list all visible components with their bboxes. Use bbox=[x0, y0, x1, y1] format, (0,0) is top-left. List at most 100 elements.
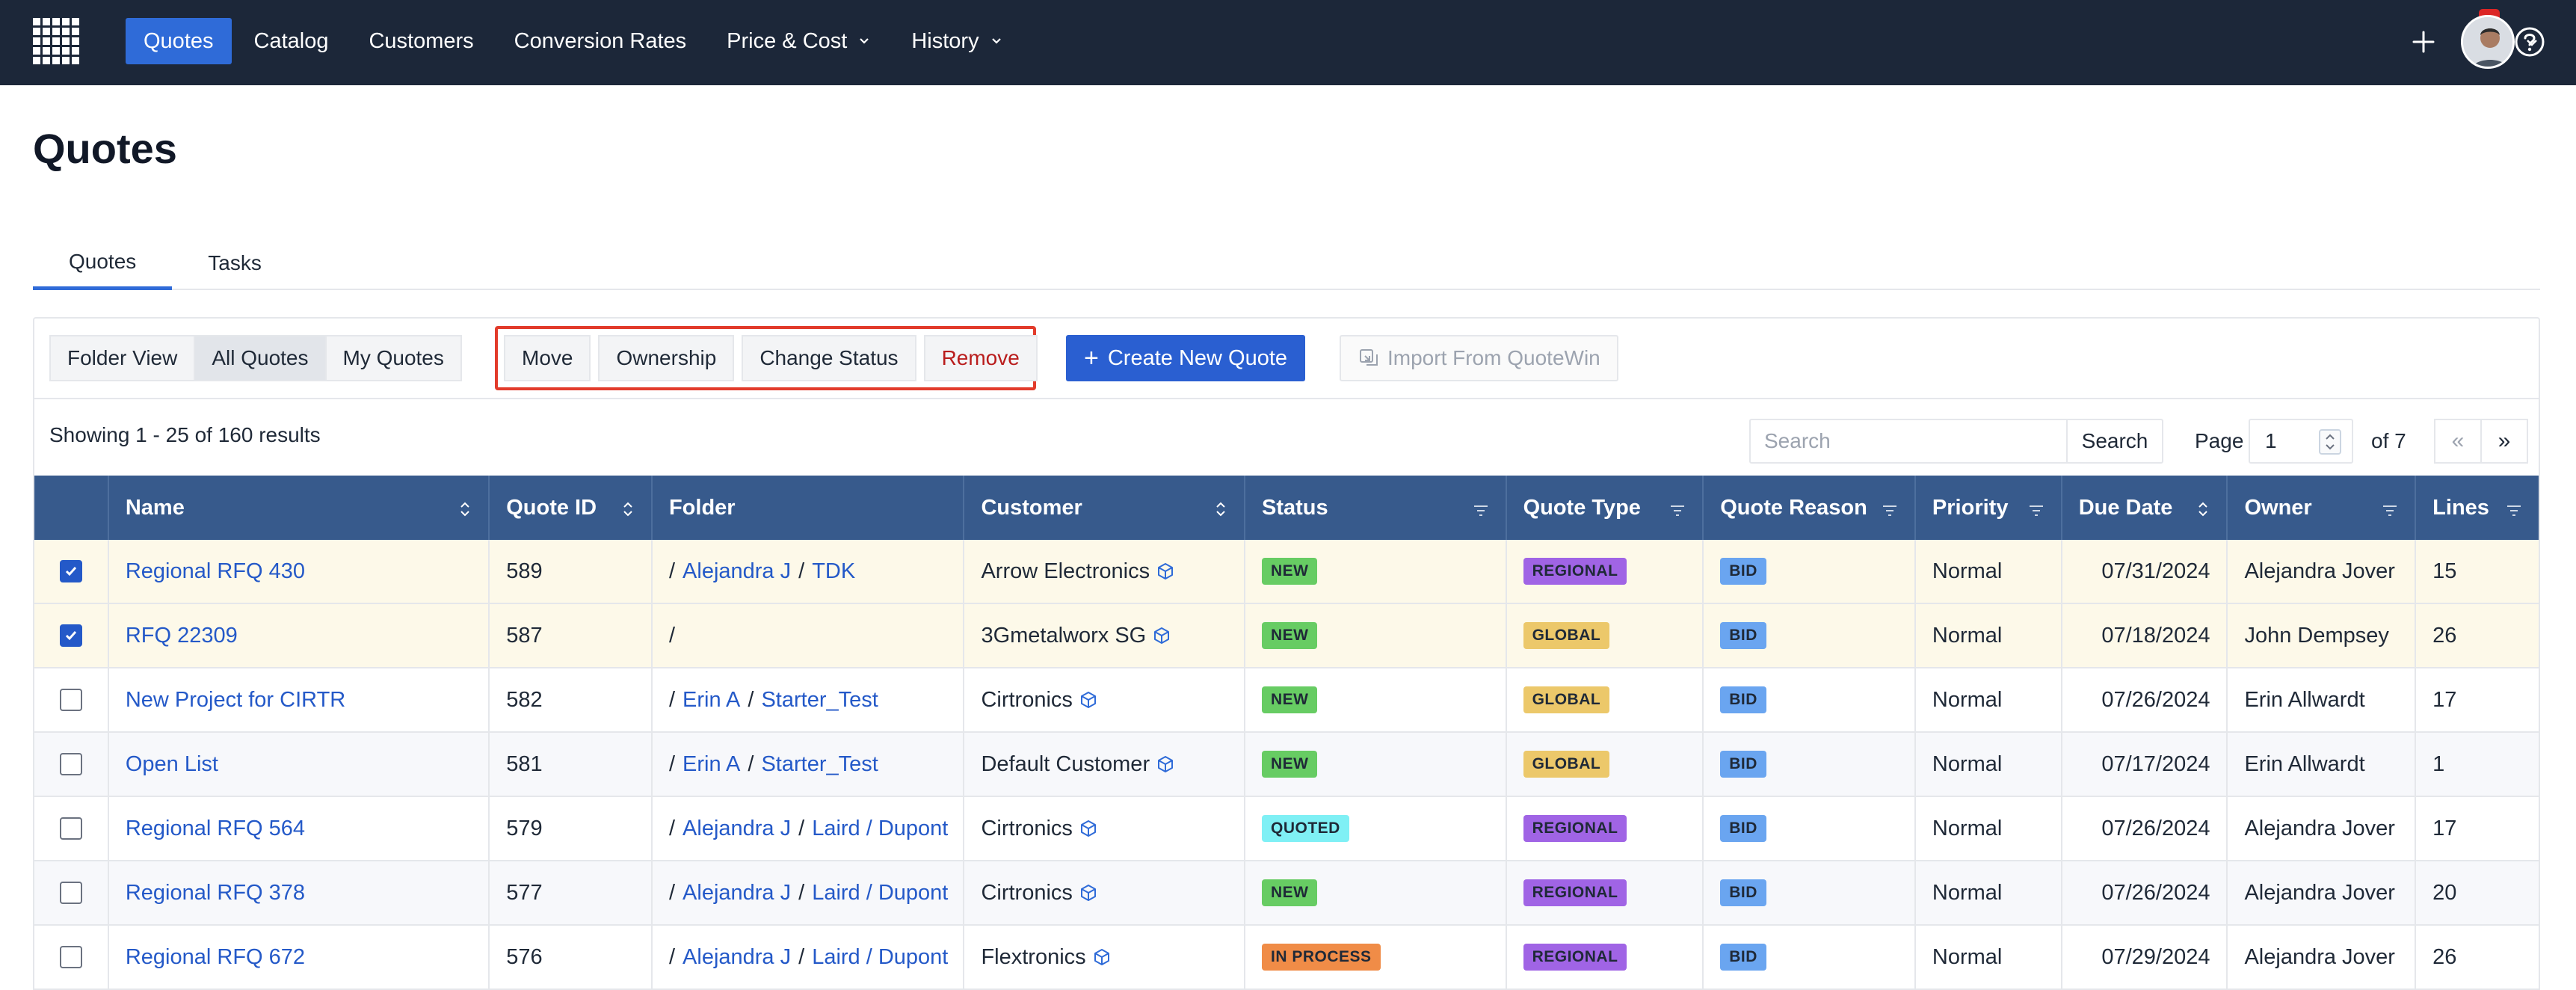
folder-link[interactable]: Laird / Dupont bbox=[812, 881, 948, 906]
quote-name-link[interactable]: Regional RFQ 672 bbox=[126, 945, 305, 970]
quote-name-link[interactable]: Regional RFQ 430 bbox=[126, 559, 305, 584]
folder-separator: / bbox=[798, 880, 805, 905]
row-checkbox[interactable] bbox=[59, 753, 82, 775]
move-button[interactable]: Move bbox=[504, 335, 591, 381]
due-date-cell: 07/26/2024 bbox=[2062, 797, 2228, 860]
table-row[interactable]: Regional RFQ 672 576/Alejandra J / Laird / … bbox=[34, 926, 2539, 990]
nav-item-label: Price & Cost bbox=[727, 28, 848, 53]
nav-item-price-cost[interactable]: Price & Cost bbox=[709, 18, 889, 64]
folder-link[interactable]: Alejandra J bbox=[682, 945, 791, 970]
folder-link[interactable]: Alejandra J bbox=[682, 881, 791, 906]
header-name[interactable]: Name bbox=[109, 476, 490, 540]
row-checkbox[interactable] bbox=[59, 882, 82, 904]
avatar[interactable] bbox=[2461, 15, 2515, 69]
quote-name-link[interactable]: Open List bbox=[126, 752, 218, 777]
folder-view-button[interactable]: Folder View bbox=[49, 335, 196, 381]
nav-item-conversion-rates[interactable]: Conversion Rates bbox=[496, 18, 705, 64]
customer-cell: Arrow Electronics bbox=[964, 540, 1245, 603]
filter-icon[interactable] bbox=[1882, 499, 1898, 524]
create-new-quote-label: Create New Quote bbox=[1107, 345, 1288, 370]
row-checkbox[interactable] bbox=[59, 946, 82, 968]
header-quote-type[interactable]: Quote Type bbox=[1507, 476, 1704, 540]
quote-type-cell: REGIONAL bbox=[1507, 926, 1704, 989]
row-checkbox[interactable] bbox=[59, 560, 82, 582]
table-row[interactable]: New Project for CIRTR 582/Erin A / Starter_… bbox=[34, 668, 2539, 733]
import-quotewin-button[interactable]: Import From QuoteWin bbox=[1340, 335, 1618, 381]
header-quote-id[interactable]: Quote ID bbox=[490, 476, 653, 540]
header-status[interactable]: Status bbox=[1245, 476, 1507, 540]
sort-icon[interactable] bbox=[2196, 499, 2210, 524]
quote-reason-cell: BID bbox=[1704, 733, 1916, 796]
quote-name-link[interactable]: RFQ 22309 bbox=[126, 624, 238, 648]
next-page-button[interactable]: » bbox=[2480, 419, 2528, 464]
table-row[interactable]: Regional RFQ 430 589/Alejandra J / TDK Arrow… bbox=[34, 540, 2539, 604]
folder-link[interactable]: Alejandra J bbox=[682, 817, 791, 841]
ownership-button[interactable]: Ownership bbox=[598, 335, 735, 381]
due-date-cell: 07/26/2024 bbox=[2062, 861, 2228, 924]
row-checkbox[interactable] bbox=[59, 817, 82, 840]
nav-item-catalog[interactable]: Catalog bbox=[236, 18, 347, 64]
search-button[interactable]: Search bbox=[2066, 419, 2163, 464]
sort-icon[interactable] bbox=[1214, 499, 1227, 524]
sort-icon[interactable] bbox=[621, 499, 635, 524]
row-checkbox[interactable] bbox=[59, 689, 82, 711]
filter-icon[interactable] bbox=[2506, 499, 2522, 524]
quote-type-badge: REGIONAL bbox=[1523, 558, 1627, 585]
tab-quotes[interactable]: Quotes bbox=[33, 236, 173, 290]
header-quote-reason[interactable]: Quote Reason bbox=[1704, 476, 1916, 540]
folder-link[interactable]: Laird / Dupont bbox=[812, 945, 948, 970]
folder-separator: / bbox=[668, 944, 676, 969]
folder-link[interactable]: Laird / Dupont bbox=[812, 817, 948, 841]
create-new-quote-button[interactable]: + Create New Quote bbox=[1066, 335, 1306, 381]
filter-icon[interactable] bbox=[1669, 499, 1686, 524]
grid-logo-icon[interactable] bbox=[31, 16, 81, 66]
folder-link[interactable]: Starter_Test bbox=[761, 752, 878, 777]
table-row[interactable]: RFQ 22309 587 / 3Gmetalworx SG NEW GLOBAL BID N… bbox=[34, 604, 2539, 668]
chevron-down-icon[interactable] bbox=[2524, 34, 2540, 55]
status-badge: IN PROCESS bbox=[1261, 944, 1381, 971]
my-quotes-button[interactable]: My Quotes bbox=[324, 335, 462, 381]
page-number-input[interactable]: 1 bbox=[2249, 419, 2353, 464]
page-spinner[interactable] bbox=[2319, 429, 2341, 455]
change-status-button[interactable]: Change Status bbox=[742, 335, 916, 381]
quote-name-link[interactable]: Regional RFQ 564 bbox=[126, 817, 305, 841]
status-cell: NEW bbox=[1245, 604, 1507, 667]
nav-item-customers[interactable]: Customers bbox=[351, 18, 491, 64]
filter-icon[interactable] bbox=[1473, 499, 1489, 524]
tab-tasks[interactable]: Tasks bbox=[172, 236, 298, 290]
header-due-date[interactable]: Due Date bbox=[2062, 476, 2228, 540]
header-customer[interactable]: Customer bbox=[964, 476, 1245, 540]
header-owner[interactable]: Owner bbox=[2228, 476, 2417, 540]
sort-icon[interactable] bbox=[458, 499, 472, 524]
folder-link[interactable]: Starter_Test bbox=[761, 688, 878, 713]
header-priority[interactable]: Priority bbox=[1916, 476, 2062, 540]
remove-button[interactable]: Remove bbox=[923, 335, 1038, 381]
status-badge: NEW bbox=[1261, 558, 1318, 585]
folder-link[interactable]: Erin A bbox=[682, 688, 740, 713]
all-quotes-button[interactable]: All Quotes bbox=[194, 335, 327, 381]
nav-item-history[interactable]: History bbox=[893, 18, 1020, 64]
table-row[interactable]: Regional RFQ 564 579/Alejandra J / Laird / … bbox=[34, 797, 2539, 861]
quote-type-badge: REGIONAL bbox=[1523, 944, 1627, 971]
folder-separator: / bbox=[748, 751, 754, 776]
status-cell: IN PROCESS bbox=[1245, 926, 1507, 989]
quote-name-link[interactable]: Regional RFQ 378 bbox=[126, 881, 305, 906]
due-date-cell: 07/17/2024 bbox=[2062, 733, 2228, 796]
quote-name-link[interactable]: New Project for CIRTR bbox=[126, 688, 345, 713]
owner-cell: Alejandra Jover bbox=[2228, 540, 2417, 603]
search-input[interactable]: Search bbox=[1749, 419, 2068, 464]
nav-item-quotes[interactable]: Quotes bbox=[126, 18, 232, 64]
header-folder: Folder bbox=[653, 476, 965, 540]
row-checkbox[interactable] bbox=[59, 624, 82, 647]
prev-page-button[interactable]: « bbox=[2434, 419, 2482, 464]
filter-icon[interactable] bbox=[2028, 499, 2045, 524]
folder-link[interactable]: Erin A bbox=[682, 752, 740, 777]
header-lines[interactable]: Lines bbox=[2416, 476, 2539, 540]
folder-link[interactable]: Alejandra J bbox=[682, 559, 791, 584]
folder-link[interactable]: TDK bbox=[812, 559, 855, 584]
table-row[interactable]: Regional RFQ 378 577/Alejandra J / Laird / … bbox=[34, 861, 2539, 926]
table-row[interactable]: Open List 581/Erin A / Starter_Test Default … bbox=[34, 733, 2539, 797]
due-date-cell: 07/18/2024 bbox=[2062, 604, 2228, 667]
plus-icon[interactable] bbox=[2404, 22, 2443, 61]
filter-icon[interactable] bbox=[2382, 499, 2398, 524]
